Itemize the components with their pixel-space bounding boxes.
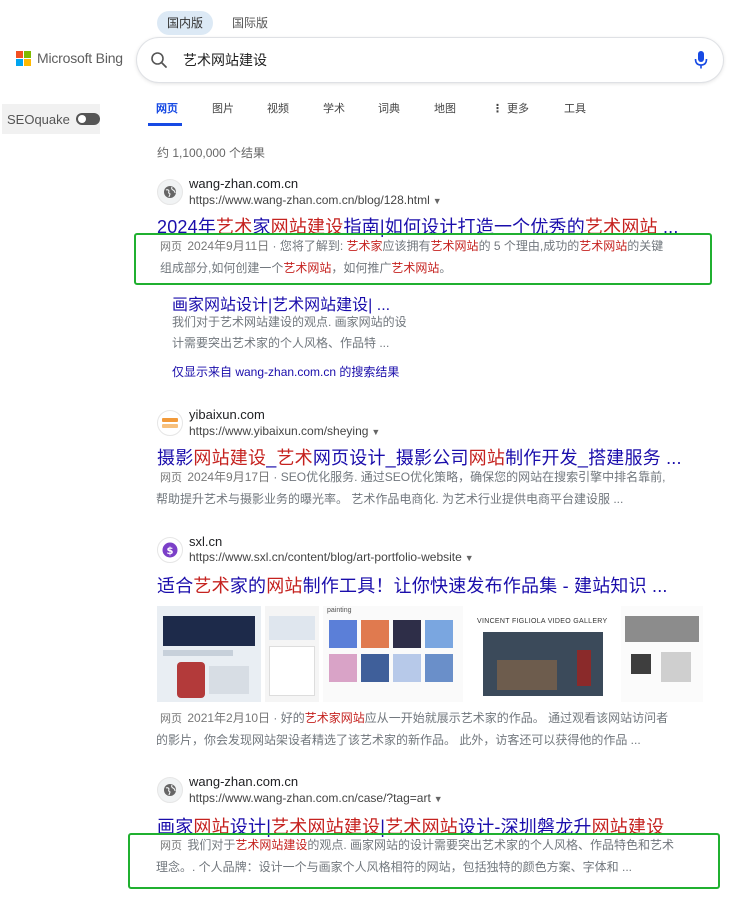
text-segment: SEO优化服务. 通过SEO优化策略，确保您的网站在搜索引擎中排名靠前, (280, 470, 666, 484)
text-segment: 网页设计_摄影公司 (312, 448, 469, 468)
tab-tools[interactable]: 工具 (564, 100, 586, 116)
thumbnail-image[interactable] (265, 606, 319, 702)
tab-dictionary[interactable]: 词典 (378, 100, 400, 116)
text-segment: 适合 (157, 576, 194, 596)
image-strip: painting VINCENT FIGLIOLA VIDEO GALLERY (157, 606, 703, 702)
thumbnail-image[interactable] (621, 606, 703, 702)
region-tab-domestic[interactable]: 国内版 (157, 11, 214, 35)
globe-icon (157, 179, 183, 205)
result-snippet: 网页 2024年9月17日 · SEO优化服务. 通过SEO优化策略，确保您的网… (156, 470, 666, 506)
site-only-results-link[interactable]: 仅显示来自 wang-zhan.com.cn 的搜索结果 (172, 363, 399, 380)
annotation-highlight-box (134, 233, 712, 285)
tab-web[interactable]: 网页 (156, 100, 178, 116)
site-name: wang-zhan.com.cn (189, 774, 299, 789)
caret-down-icon[interactable]: ▼ (371, 427, 380, 437)
highlighted-term: 艺术家网站 (304, 711, 365, 725)
site-url[interactable]: https://www.wang-zhan.com.cn/blog/128.ht… (189, 193, 442, 207)
result-snippet: 网页 2021年2月10日 · 好的艺术家网站应从一开始就展示艺术家的作品。 通… (156, 711, 669, 747)
text-segment: 好的 (280, 711, 305, 725)
microsoft-logo-icon (16, 50, 31, 66)
caret-down-icon[interactable]: ▼ (434, 794, 443, 804)
globe-icon (157, 777, 183, 803)
text-segment: 摄影 (157, 448, 194, 468)
text-segment: 家的 (229, 576, 267, 596)
thumbnail-image[interactable] (157, 606, 261, 702)
search-input[interactable] (183, 52, 679, 68)
highlighted-term: 网站 (266, 576, 303, 596)
deep-link-snippet: 我们对于艺术网站建设的观点. 画家网站的设 计需要突出艺术家的个人风格、作品特 … (172, 315, 407, 350)
seoquake-toggle-panel: SEOquake (2, 104, 100, 134)
highlighted-term: 网站建设 (193, 448, 267, 468)
vertical-dots-icon: ⋮ (492, 103, 503, 115)
text-segment: 帮助提升艺术与摄影业务的曝光率。 艺术作品电商化. 为艺术行业提供电商平台建设服… (156, 492, 624, 506)
search-icon[interactable] (137, 38, 181, 82)
site-url[interactable]: https://www.wang-zhan.com.cn/case/?tag=a… (189, 791, 443, 805)
result-count: 约 1,100,000 个结果 (157, 146, 266, 160)
microphone-icon[interactable] (679, 38, 723, 82)
tab-more[interactable]: ⋮ 更多 (492, 100, 529, 116)
caret-down-icon[interactable]: ▼ (433, 196, 442, 206)
text-segment: 制作开发_搭建服务 ... (505, 448, 682, 468)
highlighted-term: 网站 (468, 448, 506, 468)
bing-logo[interactable]: Microsoft Bing (16, 50, 123, 66)
site-url[interactable]: https://www.sxl.cn/content/blog/art-port… (189, 550, 474, 564)
seoquake-label: SEOquake (7, 111, 70, 127)
tab-videos[interactable]: 视频 (267, 100, 289, 116)
svg-text:$: $ (167, 546, 174, 557)
site-name: sxl.cn (189, 534, 223, 549)
yibaixun-favicon-icon (157, 410, 183, 436)
logo-text: Microsoft Bing (37, 50, 123, 66)
text-segment: 应从一开始就展示艺术家的作品。 通过观看该网站访问者 (364, 711, 669, 725)
sxl-favicon-icon: $ (157, 537, 183, 563)
highlighted-term: 艺术 (276, 448, 313, 468)
text-segment: _ (266, 448, 277, 468)
site-name: yibaixun.com (189, 407, 265, 422)
text-segment: 的影片，你会发现网站架设者精选了该艺术家的新作品。 此外，访客还可以获得他的作品… (156, 733, 641, 747)
result-title[interactable]: 适合艺术家的网站制作工具！让你快速发布作品集 - 建站知识 ... (157, 572, 668, 598)
site-url[interactable]: https://www.yibaixun.com/sheying ▼ (189, 424, 380, 438)
tab-academic[interactable]: 学术 (323, 100, 345, 116)
caret-down-icon[interactable]: ▼ (465, 553, 474, 563)
tab-images[interactable]: 图片 (212, 100, 234, 116)
site-name: wang-zhan.com.cn (189, 176, 299, 191)
seoquake-toggle[interactable] (75, 113, 100, 125)
search-box (137, 38, 723, 82)
region-tab-international[interactable]: 国际版 (222, 11, 278, 35)
highlighted-term: 艺术 (193, 576, 230, 596)
thumbnail-image[interactable]: VINCENT FIGLIOLA VIDEO GALLERY (467, 606, 617, 702)
active-tab-indicator (148, 123, 182, 126)
text-segment: 制作工具！让你快速发布作品集 - 建站知识 ... (302, 576, 668, 596)
annotation-highlight-box (128, 833, 720, 889)
thumbnail-image[interactable]: painting (323, 606, 463, 702)
tab-maps[interactable]: 地图 (434, 100, 456, 116)
